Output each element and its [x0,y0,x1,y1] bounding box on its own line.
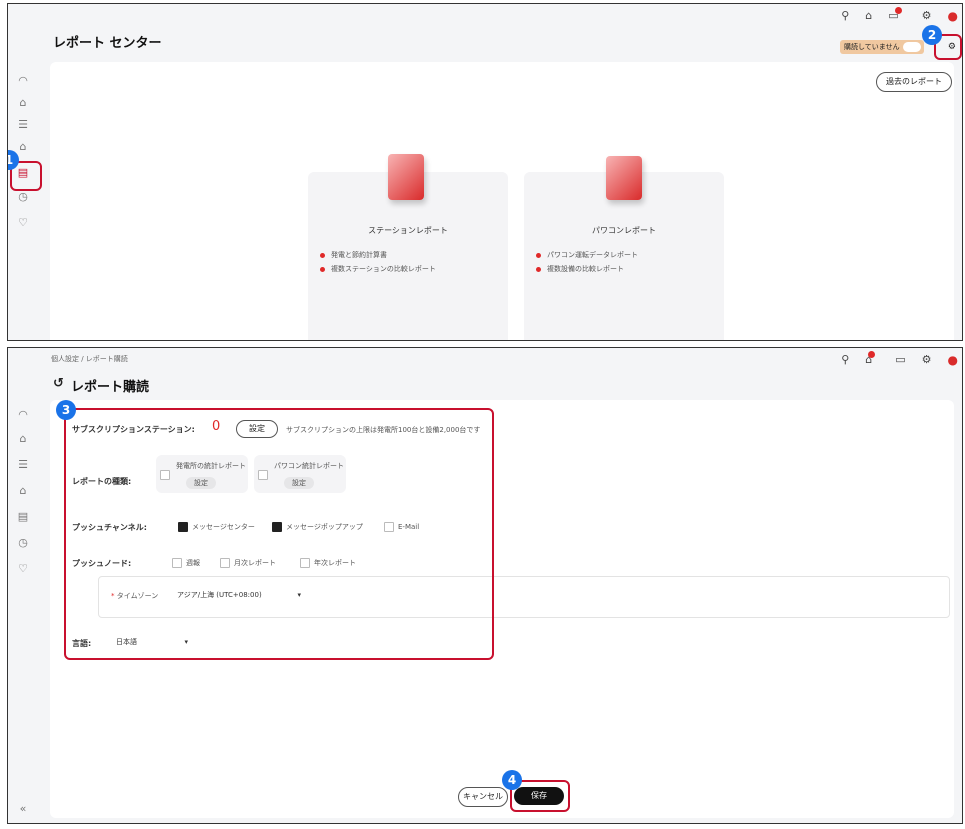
breadcrumb: 個人設定 / レポート購読 [51,355,128,363]
top-toolbar: ⚲ ⌂ ▭ ⚙ ● [841,351,958,367]
search-icon[interactable]: ⚲ [841,353,849,367]
home-icon[interactable]: ⌂ [16,96,30,110]
clock-icon[interactable]: ◷ [16,190,30,204]
shield-icon[interactable]: ♡ [16,562,30,576]
report-icon[interactable]: ▤ [16,510,30,524]
station-report-card[interactable]: ステーションレポート 発電と節約計算書 複数ステーションの比較レポート [308,154,508,340]
shield-icon[interactable]: ♡ [16,216,30,230]
alarm-icon[interactable]: ⌂ [16,140,30,154]
sidebar: ◠ ⌂ ☰ ⌂ ▤ ◷ ♡ « [8,348,40,823]
device-icon[interactable]: ☰ [16,118,30,132]
inverter-report-item: 複数設備の比較レポート [536,264,624,274]
station-report-item: 複数ステーションの比較レポート [320,264,436,274]
inverter-report-illustration [606,156,642,200]
subscribe-toggle[interactable] [903,42,921,52]
settings-icon[interactable]: ⚙ [922,9,932,23]
report-card-area: 過去のレポート ステーションレポート 発電と節約計算書 複数ステーションの比較レ… [50,62,954,340]
search-icon[interactable]: ⚲ [841,9,849,23]
avatar[interactable]: ● [948,353,958,367]
history-report-button[interactable]: 過去のレポート [876,72,952,92]
message-icon[interactable]: ▭ [888,7,905,23]
inverter-report-item: パワコン運転データレポート [536,250,638,260]
home-icon[interactable]: ⌂ [16,432,30,446]
inverter-report-title: パワコンレポート [592,226,656,235]
unsubscribed-label: 購読していません [844,43,900,51]
callout-box-3 [64,408,494,660]
alarm-icon[interactable]: ⌂ [16,484,30,498]
station-report-title: ステーションレポート [368,226,448,235]
top-toolbar: ⚲ ⌂ ▭ ⚙ ● [841,7,958,23]
callout-2: 2 [922,25,942,45]
report-center-panel: ◠ ⌂ ☰ ⌂ ▤ ◷ ♡ 1 ⚲ ⌂ ▭ ⚙ ● レポート センター 購読して… [7,3,963,341]
notification-badge [868,351,876,358]
notification-badge [894,7,902,14]
alarm-icon[interactable]: ⌂ [865,351,879,367]
station-report-illustration [388,154,424,200]
device-icon[interactable]: ☰ [16,458,30,472]
clock-icon[interactable]: ◷ [16,536,30,550]
message-icon[interactable]: ▭ [895,353,905,367]
cancel-button[interactable]: キャンセル [458,787,508,807]
dashboard-icon[interactable]: ◠ [16,408,30,422]
inverter-report-card[interactable]: パワコンレポート パワコン運転データレポート 複数設備の比較レポート [524,156,724,340]
page-title: レポート購読 [71,380,150,395]
settings-icon[interactable]: ⚙ [922,353,932,367]
dashboard-icon[interactable]: ◠ [16,74,30,88]
callout-3: 3 [56,400,76,420]
avatar[interactable]: ● [948,9,958,23]
station-report-item: 発電と節約計算書 [320,250,387,260]
collapse-icon[interactable]: « [16,802,30,816]
callout-4: 4 [502,770,522,790]
report-subscription-panel: ◠ ⌂ ☰ ⌂ ▤ ◷ ♡ « ⚲ ⌂ ▭ ⚙ ● 個人設定 / レポート購読 … [7,347,963,824]
back-button[interactable]: ↺ [53,376,64,391]
page-title: レポート センター [53,36,162,51]
unsubscribed-status: 購読していません [840,40,924,54]
alarm-icon[interactable]: ⌂ [865,9,872,23]
